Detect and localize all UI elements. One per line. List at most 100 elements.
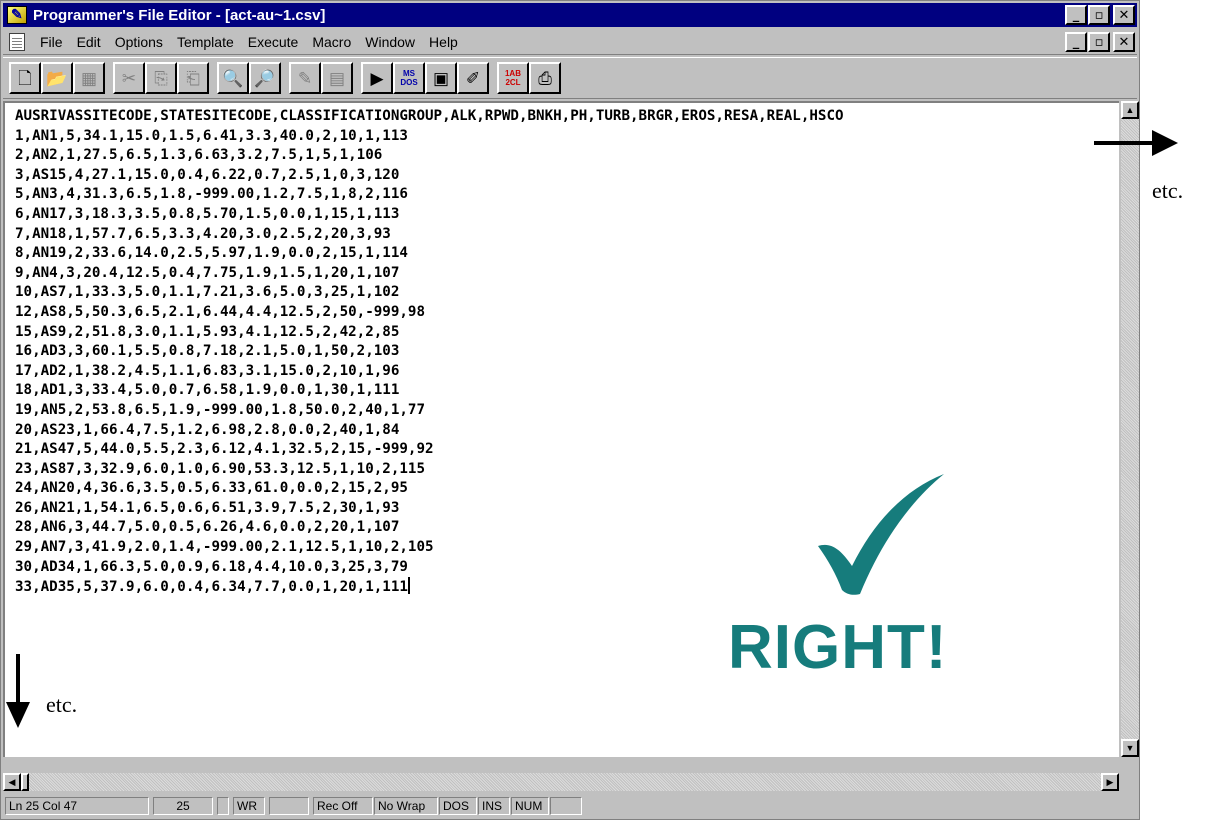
status-ins: INS (478, 797, 510, 815)
editor-line[interactable]: 7,AN18,1,57.7,6.5,3.3,4.20,3.0,2.5,2,20,… (15, 225, 1119, 245)
new-file-icon[interactable]: 🗋 (9, 62, 41, 94)
cut-icon[interactable]: ✂ (113, 62, 145, 94)
editor-line[interactable]: 33,AD35,5,37.9,6.0,0.4,6.34,7.7,0.0,1,20… (15, 577, 1119, 598)
editor-line[interactable]: 20,AS23,1,66.4,7.5,1.2,6.98,2.8,0.0,2,40… (15, 421, 1119, 441)
editor-line[interactable]: 15,AS9,2,51.8,3.0,1.1,5.93,4.1,12.5,2,42… (15, 323, 1119, 343)
editor-line[interactable]: 30,AD34,1,66.3,5.0,0.9,6.18,4.4,10.0,3,2… (15, 558, 1119, 578)
scroll-up-button[interactable]: ▲ (1121, 101, 1139, 119)
editor-line-text: 10,AS7,1,33.3,5.0,1.1,7.21,3.6,5.0,3,25,… (15, 284, 400, 301)
editor-line-text: 15,AS9,2,51.8,3.0,1.1,5.93,4.1,12.5,2,42… (15, 323, 400, 340)
print-icon[interactable]: ⎙ (529, 62, 561, 94)
window-icon-glyph: ▣ (432, 68, 450, 88)
editor-line[interactable]: 26,AN21,1,54.1,6.5,0.6,6.51,3.9,7.5,2,30… (15, 499, 1119, 519)
menu-window[interactable]: Window (358, 34, 422, 50)
execute-icon[interactable]: ▶ (361, 62, 393, 94)
menu-help[interactable]: Help (422, 34, 465, 50)
editor-line-text: 16,AD3,3,60.1,5.5,0.8,7.18,2.1,5.0,1,50,… (15, 343, 400, 360)
scroll-right-button[interactable]: ▶ (1101, 773, 1119, 791)
menu-edit[interactable]: Edit (70, 34, 108, 50)
editor-line[interactable]: 8,AN19,2,33.6,14.0,2.5,5.97,1.9,0.0,2,15… (15, 244, 1119, 264)
title-bar[interactable]: Programmer's File Editor - [act-au~1.csv… (3, 3, 1137, 27)
editor-line[interactable]: 3,AS15,4,27.1,15.0,0.4,6.22,0.7,2.5,1,0,… (15, 166, 1119, 186)
scroll-down-button[interactable]: ▼ (1121, 739, 1139, 757)
editor-line-text: 29,AN7,3,41.9,2.0,1.4,-999.00,2.1,12.5,1… (15, 539, 434, 556)
editor-line[interactable]: 28,AN6,3,44.7,5.0,0.5,6.26,4.6,0.0,2,20,… (15, 518, 1119, 538)
editor-line-text: 28,AN6,3,44.7,5.0,0.5,6.26,4.6,0.0,2,20,… (15, 519, 400, 536)
menu-file[interactable]: File (33, 34, 70, 50)
app-icon[interactable] (7, 6, 27, 24)
copy-icon[interactable]: ⎘ (145, 62, 177, 94)
status-format: DOS (439, 797, 477, 815)
editor-line[interactable]: 21,AS47,5,44.0,5.5,2.3,6.12,4.1,32.5,2,1… (15, 440, 1119, 460)
save-icon-glyph: ▦ (80, 68, 98, 88)
vertical-scrollbar[interactable]: ▲ ▼ (1121, 101, 1139, 757)
editor-line[interactable]: 9,AN4,3,20.4,12.5,0.4,7.75,1.9,1.5,1,20,… (15, 264, 1119, 284)
tool-icon[interactable]: ✐ (457, 62, 489, 94)
edit-pen-icon-glyph: ✎ (297, 68, 313, 88)
find-icon-glyph: 🔍 (222, 68, 244, 88)
editor-line[interactable]: 29,AN7,3,41.9,2.0,1.4,-999.00,2.1,12.5,1… (15, 538, 1119, 558)
ms-dos-icon-glyph: MS DOS (400, 69, 418, 87)
minimize-button[interactable]: _ (1065, 5, 1087, 25)
editor-line[interactable]: 16,AD3,3,60.1,5.5,0.8,7.18,2.1,5.0,1,50,… (15, 342, 1119, 362)
editor-line[interactable]: 2,AN2,1,27.5,6.5,1.3,6.63,3.2,7.5,1,5,1,… (15, 146, 1119, 166)
scroll-thumb[interactable] (21, 773, 29, 791)
doc-minimize-button[interactable]: _ (1065, 32, 1087, 52)
editor-line[interactable]: 18,AD1,3,33.4,5.0,0.7,6.58,1.9,0.0,1,30,… (15, 381, 1119, 401)
horizontal-scrollbar[interactable]: ◀ ▶ (3, 773, 1119, 791)
menu-options[interactable]: Options (108, 34, 170, 50)
status-blank-1 (217, 797, 229, 815)
editor-line[interactable]: 1,AN1,5,34.1,15.0,1.5,6.41,3.3,40.0,2,10… (15, 127, 1119, 147)
find-next-icon[interactable]: 🔎 (249, 62, 281, 94)
editor-window: Programmer's File Editor - [act-au~1.csv… (0, 0, 1140, 820)
status-blank-3 (550, 797, 582, 815)
editor-line[interactable]: 6,AN17,3,18.3,3.5,0.8,5.70,1.5,0.0,1,15,… (15, 205, 1119, 225)
editor-line[interactable]: 17,AD2,1,38.2,4.5,1.1,6.83,3.1,15.0,2,10… (15, 362, 1119, 382)
editor-line[interactable]: 23,AS87,3,32.9,6.0,1.0,6.90,53.3,12.5,1,… (15, 460, 1119, 480)
status-num: NUM (511, 797, 549, 815)
text-editor-area[interactable]: AUSRIVASSITECODE,STATESITECODE,CLASSIFIC… (3, 101, 1119, 757)
editor-line[interactable]: 24,AN20,4,36.6,3.5,0.5,6.33,61.0,0.0,2,1… (15, 479, 1119, 499)
sort-icon[interactable]: 1AB 2CL (497, 62, 529, 94)
document-icon[interactable]: ▤ (321, 62, 353, 94)
status-blank-2 (269, 797, 309, 815)
copy-icon-glyph: ⎘ (154, 68, 168, 88)
editor-line[interactable]: 10,AS7,1,33.3,5.0,1.1,7.21,3.6,5.0,3,25,… (15, 283, 1119, 303)
status-rec: Rec Off (313, 797, 373, 815)
paste-icon-glyph: ⎗ (186, 68, 200, 88)
text-caret (407, 577, 410, 595)
close-button[interactable]: ✕ (1113, 5, 1135, 25)
edit-pen-icon[interactable]: ✎ (289, 62, 321, 94)
cut-icon-glyph: ✂ (121, 68, 137, 88)
open-folder-icon[interactable]: 📂 (41, 62, 73, 94)
menu-macro[interactable]: Macro (305, 34, 358, 50)
document-menu-icon[interactable] (9, 32, 25, 51)
status-mode: WR (233, 797, 265, 815)
menu-template[interactable]: Template (170, 34, 241, 50)
editor-line-text: 30,AD34,1,66.3,5.0,0.9,6.18,4.4,10.0,3,2… (15, 558, 408, 575)
find-icon[interactable]: 🔍 (217, 62, 249, 94)
sort-icon-glyph: 1AB 2CL (504, 69, 521, 87)
doc-close-button[interactable]: ✕ (1113, 32, 1135, 52)
save-icon[interactable]: ▦ (73, 62, 105, 94)
status-bar: Ln 25 Col 47 25 WR Rec Off No Wrap DOS I… (3, 795, 1137, 817)
editor-line-text: 19,AN5,2,53.8,6.5,1.9,-999.00,1.8,50.0,2… (15, 401, 425, 418)
editor-line[interactable]: 12,AS8,5,50.3,6.5,2.1,6.44,4.4,12.5,2,50… (15, 303, 1119, 323)
editor-line[interactable]: AUSRIVASSITECODE,STATESITECODE,CLASSIFIC… (15, 107, 1119, 127)
editor-line-text: 17,AD2,1,38.2,4.5,1.1,6.83,3.1,15.0,2,10… (15, 362, 400, 379)
down-arrow-icon (6, 654, 30, 728)
window-icon[interactable]: ▣ (425, 62, 457, 94)
menu-execute[interactable]: Execute (241, 34, 306, 50)
down-etc-label: etc. (46, 692, 78, 717)
status-line-count: 25 (153, 797, 213, 815)
scroll-left-button[interactable]: ◀ (3, 773, 21, 791)
maximize-button[interactable]: ▫ (1088, 5, 1110, 25)
editor-line[interactable]: 19,AN5,2,53.8,6.5,1.9,-999.00,1.8,50.0,2… (15, 401, 1119, 421)
doc-maximize-button[interactable]: ▫ (1088, 32, 1110, 52)
editor-line[interactable]: 5,AN3,4,31.3,6.5,1.8,-999.00,1.2,7.5,1,8… (15, 185, 1119, 205)
editor-line-text: 1,AN1,5,34.1,15.0,1.5,6.41,3.3,40.0,2,10… (15, 127, 408, 144)
editor-line-text: 12,AS8,5,50.3,6.5,2.1,6.44,4.4,12.5,2,50… (15, 303, 425, 320)
ms-dos-icon[interactable]: MS DOS (393, 62, 425, 94)
paste-icon[interactable]: ⎗ (177, 62, 209, 94)
editor-line-text: AUSRIVASSITECODE,STATESITECODE,CLASSIFIC… (15, 108, 844, 124)
